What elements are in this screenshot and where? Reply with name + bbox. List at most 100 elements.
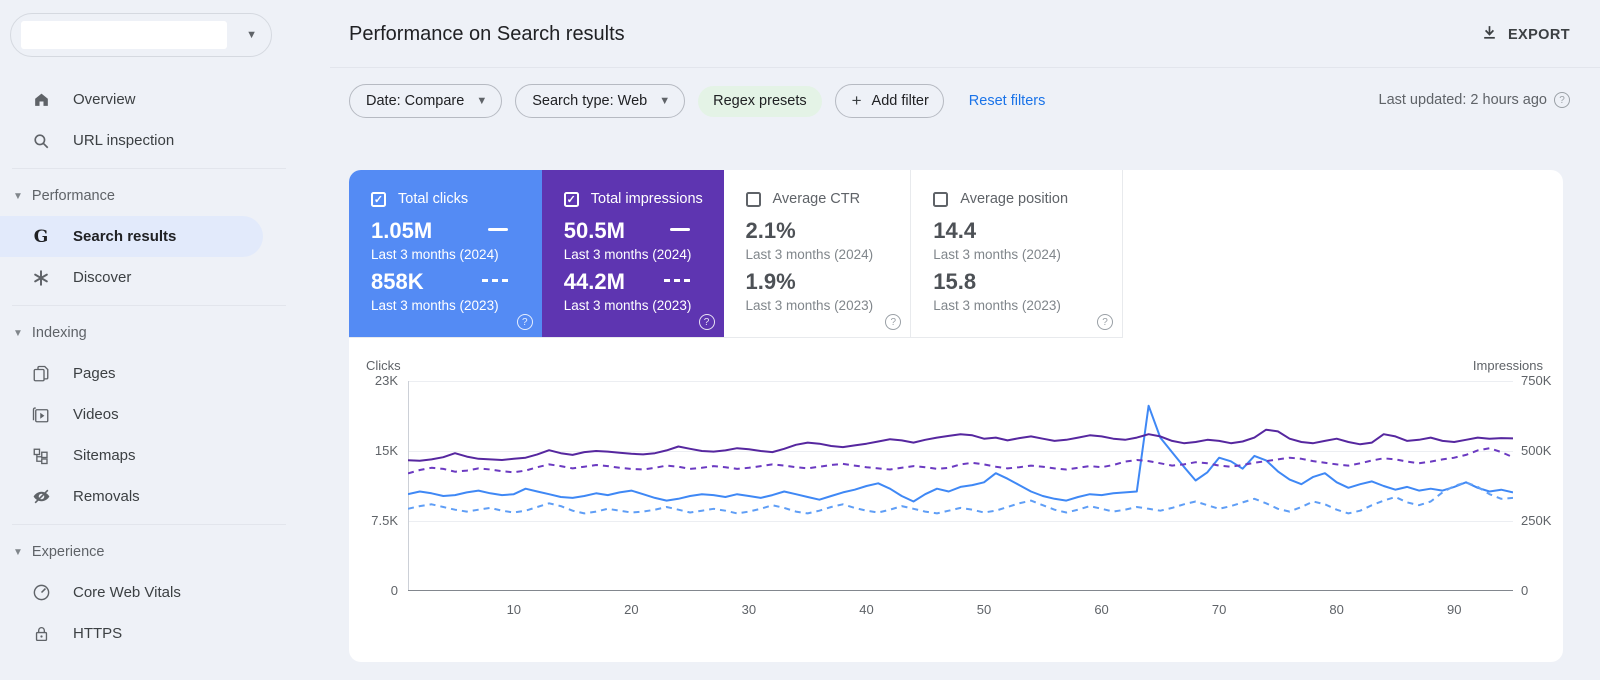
- y-axis-tick-right: 750K: [1521, 373, 1552, 388]
- metric-value-2023: 1.9%: [745, 269, 796, 294]
- eye-off-icon: [31, 487, 51, 507]
- sidebar-item-label: Core Web Vitals: [73, 584, 181, 601]
- sidebar-item-label: Overview: [73, 91, 136, 108]
- pages-icon: [31, 364, 51, 384]
- add-filter-button[interactable]: + Add filter: [834, 84, 944, 118]
- y-axis-tick-right: 500K: [1521, 443, 1552, 458]
- series-line-sample-solid: [669, 228, 690, 231]
- metric-value-2023: 15.8: [933, 269, 977, 294]
- total-impressions-card[interactable]: Total impressions 50.5M Last 3 months (2…: [541, 170, 724, 337]
- metric-value-2023: 858K: [371, 269, 424, 294]
- left-axis-title: Clicks: [366, 358, 401, 373]
- total-clicks-card[interactable]: Total clicks 1.05M Last 3 months (2024) …: [349, 170, 542, 337]
- metric-value-2023: 44.2M: [563, 269, 625, 294]
- sidebar-item-label: Pages: [73, 365, 116, 382]
- property-selector-dropdown[interactable]: ▼: [10, 13, 272, 57]
- metric-label: Average CTR: [772, 191, 861, 207]
- sidebar-divider: [12, 168, 286, 169]
- sitemap-tree-icon: [31, 446, 51, 466]
- series-line-sample-dashed: [481, 279, 508, 282]
- sidebar-item-videos[interactable]: Videos: [0, 394, 300, 435]
- metric-period: Last 3 months (2023): [563, 298, 692, 313]
- sidebar-item-url-inspection[interactable]: URL inspection: [0, 120, 300, 161]
- metric-value-2024: 1.05M: [371, 218, 433, 243]
- help-icon[interactable]: ?: [516, 314, 533, 330]
- sidebar-item-label: Discover: [73, 269, 132, 286]
- metric-period: Last 3 months (2024): [563, 247, 692, 262]
- filter-bar: Date: Compare ▼ Search type: Web ▼ Regex…: [349, 84, 1045, 118]
- google-g-icon: G: [33, 226, 49, 247]
- series-line-sample-dashed: [663, 279, 690, 282]
- search-type-filter-chip[interactable]: Search type: Web ▼: [515, 84, 686, 118]
- average-ctr-checkbox[interactable]: [745, 191, 761, 207]
- x-axis-tick: 80: [1329, 602, 1344, 617]
- date-filter-chip[interactable]: Date: Compare ▼: [349, 84, 503, 118]
- sidebar-item-search-results[interactable]: G Search results: [0, 216, 263, 257]
- help-icon[interactable]: ?: [1554, 92, 1570, 108]
- x-axis-tick: 40: [859, 602, 874, 617]
- sidebar-item-discover[interactable]: Discover: [0, 257, 300, 298]
- y-axis-tick-right: 0: [1521, 583, 1529, 598]
- regex-presets-chip[interactable]: Regex presets: [698, 85, 822, 117]
- speedometer-icon: [31, 583, 51, 603]
- sidebar-section-indexing[interactable]: ▼ Indexing: [0, 313, 300, 353]
- sidebar-item-label: URL inspection: [73, 132, 175, 149]
- chevron-down-icon: ▼: [659, 95, 671, 107]
- sidebar-item-pages[interactable]: Pages: [0, 353, 300, 394]
- sidebar-item-core-web-vitals[interactable]: Core Web Vitals: [0, 572, 300, 613]
- metric-value-2024: 50.5M: [563, 218, 625, 243]
- metric-value-2024: 2.1%: [745, 218, 796, 243]
- metric-period: Last 3 months (2024): [933, 247, 1061, 262]
- plus-icon: +: [851, 91, 862, 110]
- sidebar-section-performance[interactable]: ▼ Performance: [0, 176, 300, 216]
- x-axis-tick: 90: [1446, 602, 1462, 617]
- sidebar-divider: [12, 524, 286, 525]
- property-name-redacted: [21, 21, 227, 49]
- x-axis-tick: 20: [624, 602, 639, 617]
- chevron-down-icon: ▼: [476, 95, 488, 107]
- metric-value-2024: 14.4: [933, 218, 977, 243]
- help-icon[interactable]: ?: [1097, 314, 1113, 330]
- y-axis-tick-left: 7.5K: [371, 513, 398, 528]
- search-icon: [31, 131, 51, 151]
- total-impressions-checkbox[interactable]: [563, 191, 579, 207]
- series-line-sample-solid: [487, 228, 508, 231]
- page-title: Performance on Search results: [349, 23, 625, 45]
- total-clicks-checkbox[interactable]: [371, 191, 386, 207]
- help-icon[interactable]: ?: [885, 314, 902, 330]
- sidebar-item-overview[interactable]: Overview: [0, 79, 300, 120]
- metric-period: Last 3 months (2023): [933, 298, 1061, 313]
- export-button[interactable]: EXPORT: [1481, 24, 1570, 45]
- sidebar-item-label: HTTPS: [73, 625, 123, 642]
- home-icon: [31, 90, 51, 110]
- reset-filters-link[interactable]: Reset filters: [969, 93, 1046, 109]
- metric-label: Total impressions: [590, 191, 703, 207]
- y-axis-tick-left: 0: [390, 583, 398, 598]
- discover-asterisk-icon: [31, 268, 51, 288]
- series-impressions-solid: [407, 428, 1514, 462]
- x-axis-tick: 10: [506, 602, 522, 617]
- metric-period: Last 3 months (2023): [371, 298, 499, 313]
- chevron-down-icon: ▼: [246, 29, 257, 41]
- chart-plot-area[interactable]: [407, 381, 1514, 591]
- metric-period: Last 3 months (2023): [745, 298, 874, 313]
- video-icon: [31, 405, 51, 425]
- sidebar-section-experience[interactable]: ▼ Experience: [0, 532, 300, 572]
- collapse-arrow-icon: ▼: [13, 190, 23, 202]
- last-updated-status: Last updated: 2 hours ago ?: [1379, 92, 1570, 108]
- average-position-card[interactable]: Average position 14.4 Last 3 months (202…: [910, 170, 1122, 337]
- performance-chart: Clicks Impressions 23K 15K 7.5K 0 750K 500K 2…: [349, 358, 1563, 648]
- performance-panel: Total clicks 1.05M Last 3 months (2024) …: [349, 170, 1563, 662]
- lock-icon: [31, 624, 51, 644]
- sidebar-item-removals[interactable]: Removals: [0, 476, 300, 517]
- average-position-checkbox[interactable]: [933, 191, 949, 207]
- average-ctr-card[interactable]: Average CTR 2.1% Last 3 months (2024) 1.…: [723, 170, 911, 337]
- x-axis-tick: 60: [1094, 602, 1109, 617]
- y-axis-tick-right: 250K: [1521, 513, 1552, 528]
- sidebar: ▼ Overview URL inspection ▼ Performance …: [0, 0, 300, 680]
- metric-label: Average position: [960, 191, 1069, 207]
- x-axis-tick: 50: [976, 602, 992, 617]
- sidebar-item-https[interactable]: HTTPS: [0, 613, 300, 654]
- sidebar-item-sitemaps[interactable]: Sitemaps: [0, 435, 300, 476]
- help-icon[interactable]: ?: [698, 314, 715, 330]
